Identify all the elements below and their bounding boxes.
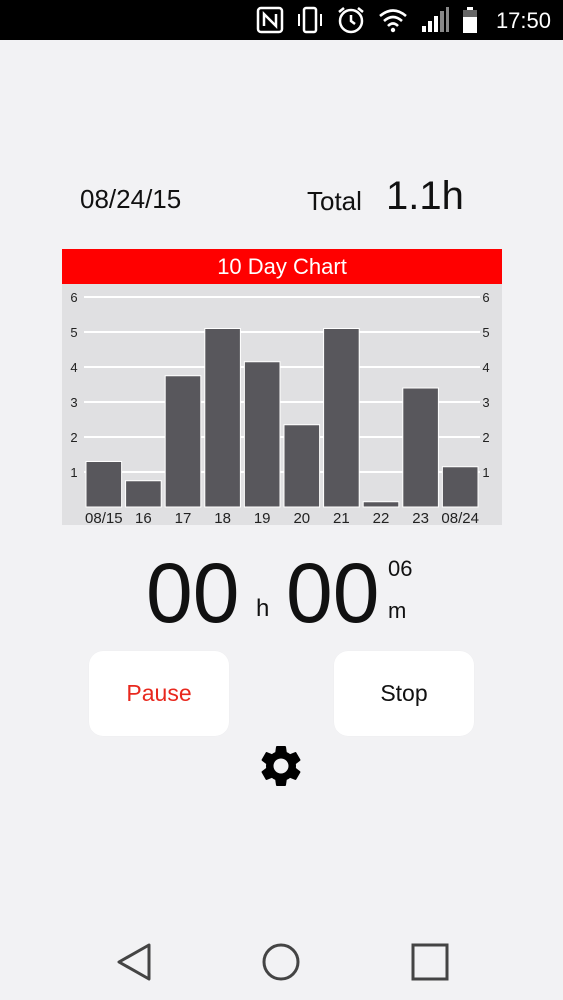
y-tick-label-left: 6 <box>70 290 77 305</box>
x-tick-label: 17 <box>175 510 192 525</box>
timer-display: 00 h 00 06 m <box>0 548 563 638</box>
status-bar: 17:50 <box>0 0 563 40</box>
y-tick-label-left: 4 <box>70 360 77 375</box>
recents-icon[interactable] <box>408 940 452 984</box>
y-tick-label-right: 5 <box>482 325 489 340</box>
status-icons <box>256 4 478 36</box>
bar <box>204 328 241 508</box>
gear-icon[interactable] <box>256 741 306 791</box>
navigation-bar <box>0 920 563 1000</box>
vibrate-icon <box>298 6 322 34</box>
x-tick-label: 19 <box>254 510 271 525</box>
bar <box>323 328 360 508</box>
bar <box>164 375 202 508</box>
bar <box>125 480 162 508</box>
y-tick-label-right: 1 <box>482 465 489 480</box>
chart-plot: 1 12 23 34 45 56 608/15 16 17 18 19 20 21 22 23 08/24 <box>62 284 502 525</box>
y-tick-label-left: 3 <box>70 395 77 410</box>
nfc-icon <box>256 6 284 34</box>
current-date: 08/24/15 <box>80 184 182 214</box>
battery-icon <box>463 7 477 33</box>
x-tick-label: 23 <box>412 510 429 525</box>
total-label: Total <box>307 186 362 216</box>
y-tick-label-right: 2 <box>482 430 489 445</box>
y-tick-label-left: 5 <box>70 325 77 340</box>
bar <box>402 387 439 508</box>
bar <box>441 466 479 508</box>
home-icon[interactable] <box>259 940 303 984</box>
stop-button[interactable]: Stop <box>334 651 474 736</box>
timer-seconds: 06 <box>388 556 413 581</box>
back-icon[interactable] <box>113 940 157 984</box>
x-tick-label: 18 <box>214 510 231 525</box>
x-tick-label: 16 <box>135 510 152 525</box>
status-time: 17:50 <box>495 8 551 33</box>
wifi-icon <box>379 9 407 33</box>
bar <box>85 461 123 508</box>
y-tick-label-right: 3 <box>482 395 489 410</box>
x-tick-label: 08/24 <box>441 510 479 525</box>
timer-minutes: 00 <box>286 546 380 640</box>
alarm-icon <box>338 7 364 34</box>
bar <box>243 361 281 508</box>
y-tick-label-right: 6 <box>482 290 489 305</box>
x-tick-label: 08/15 <box>85 510 123 525</box>
timer-hours: 00 <box>146 546 240 640</box>
x-tick-label: 22 <box>373 510 390 525</box>
signal-icon <box>422 7 449 32</box>
chart-title: 10 Day Chart <box>62 249 502 284</box>
total-value: 1.1h <box>386 174 464 218</box>
timer-hours-unit: h <box>256 595 270 622</box>
pause-button[interactable]: Pause <box>89 651 229 736</box>
x-tick-label: 20 <box>293 510 310 525</box>
y-tick-label-left: 2 <box>70 430 77 445</box>
bar <box>362 501 400 508</box>
timer-minutes-unit: m <box>388 598 407 623</box>
y-tick-label-right: 4 <box>482 360 489 375</box>
x-tick-label: 21 <box>333 510 350 525</box>
bar <box>283 424 321 508</box>
y-tick-label-left: 1 <box>70 465 77 480</box>
ten-day-chart: 10 Day Chart 1 1 2 2 3 3 4 4 5 5 6 6 08/15 16 17 18 19 20… <box>62 249 502 525</box>
